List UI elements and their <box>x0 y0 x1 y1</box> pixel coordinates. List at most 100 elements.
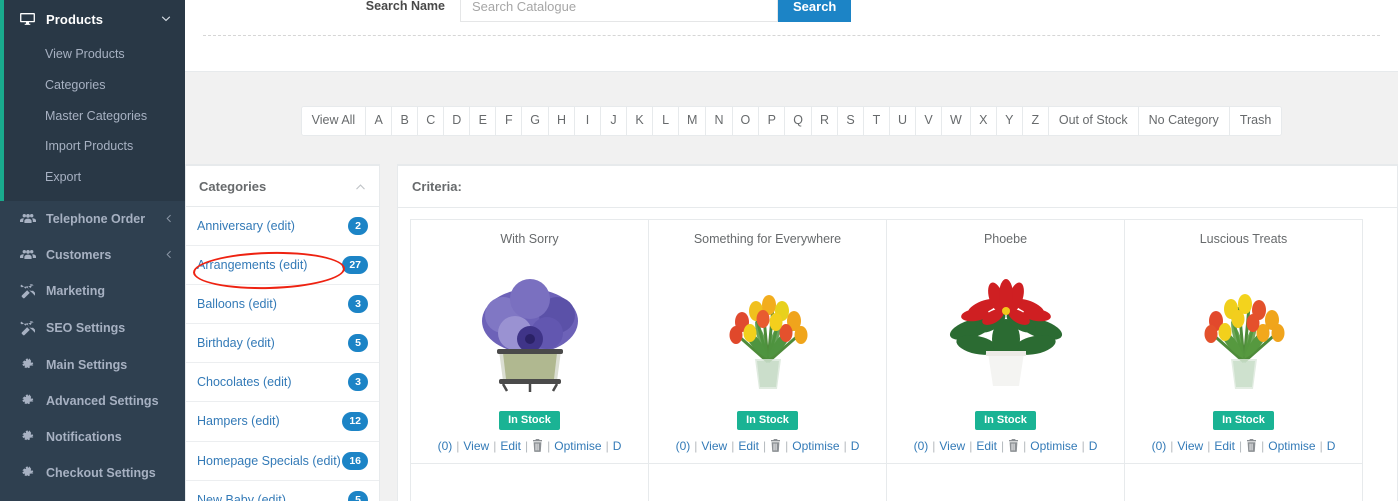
product-count-link[interactable]: (0) <box>676 439 691 453</box>
filter-o[interactable]: O <box>732 107 760 135</box>
product-card[interactable]: With Sorry In Stock (0) | View | Edit | … <box>410 218 649 464</box>
product-view-link[interactable]: View <box>463 439 489 453</box>
filter-j[interactable]: J <box>601 107 628 135</box>
filter-b[interactable]: B <box>392 107 419 135</box>
search-button[interactable]: Search <box>778 0 852 22</box>
filter-w[interactable]: W <box>942 107 971 135</box>
category-link[interactable]: Chocolates (edit) <box>197 375 348 389</box>
sidebar-subitem-export[interactable]: Export <box>0 162 185 193</box>
sidebar-item-customers[interactable]: Customers <box>0 237 185 273</box>
filter-k[interactable]: K <box>627 107 654 135</box>
product-edit-link[interactable]: Edit <box>738 439 759 453</box>
product-duplicate-link[interactable]: D <box>851 439 860 453</box>
categories-panel: Categories Anniversary (edit) 2 Arrangem… <box>185 163 380 501</box>
product-card[interactable]: Luscious Treats In Stock (0) | View | Ed… <box>1124 218 1363 464</box>
category-row[interactable]: Balloons (edit) 3 <box>186 285 379 325</box>
filter-h[interactable]: H <box>549 107 576 135</box>
filter-no-category[interactable]: No Category <box>1138 107 1230 135</box>
filter-d[interactable]: D <box>444 107 471 135</box>
product-optimise-link[interactable]: Optimise <box>554 439 601 453</box>
filter-i[interactable]: I <box>575 107 602 135</box>
product-card[interactable]: Phoebe In Stock (0) | View | Edit | | Op… <box>886 218 1125 464</box>
product-optimise-link[interactable]: Optimise <box>1030 439 1077 453</box>
product-edit-link[interactable]: Edit <box>976 439 997 453</box>
sidebar-subitem-categories[interactable]: Categories <box>0 70 185 101</box>
sidebar-item-main-settings[interactable]: Main Settings <box>0 347 185 383</box>
sidebar-subitem-master-categories[interactable]: Master Categories <box>0 101 185 132</box>
filter-q[interactable]: Q <box>785 107 812 135</box>
filter-n[interactable]: N <box>706 107 733 135</box>
category-link[interactable]: Hampers (edit) <box>197 414 342 428</box>
category-row[interactable]: Anniversary (edit) 2 <box>186 207 379 246</box>
filter-v[interactable]: V <box>916 107 943 135</box>
product-duplicate-link[interactable]: D <box>1327 439 1336 453</box>
sidebar-item-advanced-settings[interactable]: Advanced Settings <box>0 383 185 419</box>
category-link[interactable]: Homepage Specials (edit) <box>197 454 342 468</box>
category-row[interactable]: Arrangements (edit) 27 <box>186 246 379 285</box>
product-duplicate-link[interactable]: D <box>1089 439 1098 453</box>
filter-t[interactable]: T <box>864 107 890 135</box>
chevron-down-icon[interactable] <box>161 16 171 23</box>
category-link[interactable]: Arrangements (edit) <box>197 258 342 272</box>
filter-a[interactable]: A <box>366 107 393 135</box>
filter-f[interactable]: F <box>496 107 523 135</box>
category-link[interactable]: Anniversary (edit) <box>197 219 348 233</box>
product-card[interactable] <box>648 462 887 501</box>
product-count-link[interactable]: (0) <box>1152 439 1167 453</box>
category-row[interactable]: New Baby (edit) 5 <box>186 481 379 501</box>
product-view-link[interactable]: View <box>1177 439 1203 453</box>
filter-view-all[interactable]: View All <box>301 107 367 135</box>
product-edit-link[interactable]: Edit <box>500 439 521 453</box>
sidebar-item-notifications[interactable]: Notifications <box>0 419 185 455</box>
filter-m[interactable]: M <box>679 107 707 135</box>
product-card[interactable] <box>886 462 1125 501</box>
trash-icon[interactable] <box>1246 439 1257 452</box>
filter-x[interactable]: X <box>970 107 997 135</box>
sidebar-subitem-import-products[interactable]: Import Products <box>0 131 185 162</box>
category-row[interactable]: Chocolates (edit) 3 <box>186 363 379 403</box>
filter-u[interactable]: U <box>890 107 917 135</box>
filter-r[interactable]: R <box>811 107 838 135</box>
category-link[interactable]: New Baby (edit) <box>197 493 348 501</box>
category-link[interactable]: Balloons (edit) <box>197 297 348 311</box>
product-card[interactable] <box>1124 462 1363 501</box>
filter-s[interactable]: S <box>838 107 864 135</box>
filter-c[interactable]: C <box>418 107 445 135</box>
sidebar-item-checkout-settings[interactable]: Checkout Settings <box>0 455 185 491</box>
sidebar-item-products[interactable]: Products <box>0 0 185 39</box>
filter-y[interactable]: Y <box>996 107 1023 135</box>
product-edit-link[interactable]: Edit <box>1214 439 1235 453</box>
category-row[interactable]: Birthday (edit) 5 <box>186 324 379 364</box>
trash-icon[interactable] <box>1008 439 1019 452</box>
filter-p[interactable]: P <box>759 107 786 135</box>
product-view-link[interactable]: View <box>939 439 965 453</box>
filter-out-of-stock[interactable]: Out of Stock <box>1048 107 1139 135</box>
chevron-up-icon[interactable] <box>355 183 366 190</box>
category-link[interactable]: Birthday (edit) <box>197 336 348 350</box>
sidebar-item-marketing[interactable]: Marketing <box>0 273 185 310</box>
product-view-link[interactable]: View <box>701 439 727 453</box>
action-separator: | <box>763 438 767 453</box>
product-card[interactable] <box>410 462 649 501</box>
filter-l[interactable]: L <box>653 107 680 135</box>
sidebar-subitem-view-products[interactable]: View Products <box>0 39 185 70</box>
product-count-link[interactable]: (0) <box>438 439 453 453</box>
chevron-left-icon[interactable] <box>165 214 171 223</box>
search-input[interactable] <box>460 0 778 22</box>
product-optimise-link[interactable]: Optimise <box>1268 439 1315 453</box>
sidebar-item-telephone-order[interactable]: Telephone Order <box>0 201 185 237</box>
filter-e[interactable]: E <box>470 107 497 135</box>
category-row[interactable]: Hampers (edit) 12 <box>186 402 379 442</box>
trash-icon[interactable] <box>532 439 543 452</box>
category-row[interactable]: Homepage Specials (edit) 16 <box>186 442 379 481</box>
product-count-link[interactable]: (0) <box>914 439 929 453</box>
trash-icon[interactable] <box>770 439 781 452</box>
product-card[interactable]: Something for Everywhere In Stock (0) | … <box>648 218 887 464</box>
filter-trash[interactable]: Trash <box>1229 107 1282 135</box>
filter-g[interactable]: G <box>522 107 550 135</box>
product-duplicate-link[interactable]: D <box>613 439 622 453</box>
sidebar-item-seo-settings[interactable]: SEO Settings <box>0 310 185 347</box>
chevron-left-icon[interactable] <box>165 250 171 259</box>
filter-z[interactable]: Z <box>1022 107 1049 135</box>
product-optimise-link[interactable]: Optimise <box>792 439 839 453</box>
